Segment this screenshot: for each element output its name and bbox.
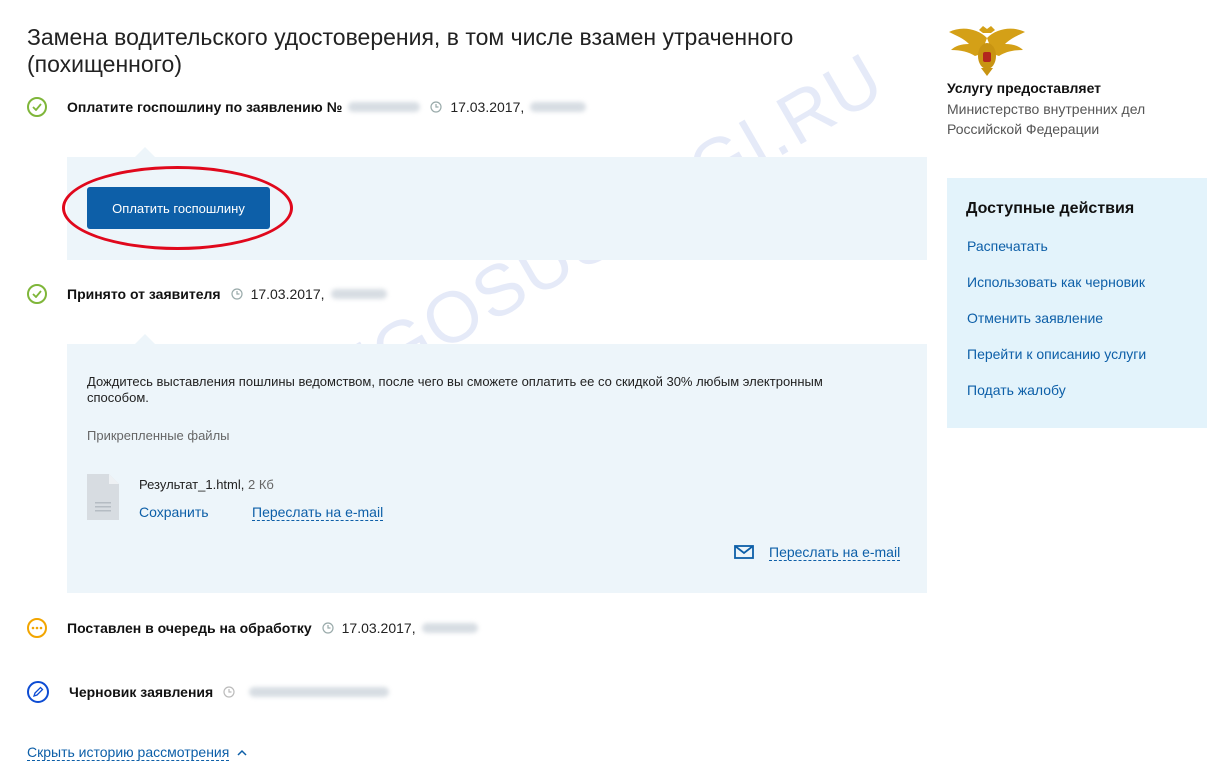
action-file-complaint[interactable]: Подать жалобу xyxy=(967,382,1066,398)
step-accepted: Принято от заявителя 17.03.2017, xyxy=(27,282,387,306)
clock-icon xyxy=(230,288,243,300)
clock-icon xyxy=(322,622,334,634)
check-circle-icon xyxy=(27,284,47,304)
step-label: Принято от заявителя xyxy=(67,286,221,302)
forward-file-email-link[interactable]: Переслать на e-mail xyxy=(252,504,384,521)
accepted-panel: Дождитесь выставления пошлины ведомством… xyxy=(67,334,927,593)
step-pay-fee: Оплатите госпошлину по заявлению № 17.03… xyxy=(27,95,587,119)
provider-name: Министерство внутренних дел Российской Ф… xyxy=(947,101,1146,137)
step-date: 17.03.2017, xyxy=(250,286,325,302)
step-time-redacted xyxy=(530,102,587,112)
double-headed-eagle-emblem xyxy=(947,24,1027,81)
step-label: Оплатите госпошлину по заявлению xyxy=(67,99,323,115)
available-actions-title: Доступные действия xyxy=(966,200,1135,217)
file-name-row: Результат_1.html, 2 Кб xyxy=(139,477,274,492)
step-time-redacted xyxy=(421,623,478,633)
hide-history-label: Скрыть историю рассмотрения xyxy=(27,744,230,761)
provider-label: Услугу предоставляет xyxy=(947,80,1102,96)
step-datetime-redacted xyxy=(249,687,390,697)
step-date: 17.03.2017, xyxy=(341,620,416,636)
action-use-as-draft[interactable]: Использовать как черновик xyxy=(967,274,1145,290)
step-date: 17.03.2017, xyxy=(450,99,525,115)
pay-fee-panel: Оплатить госпошлину xyxy=(62,147,927,260)
file-name: Результат_1.html, xyxy=(139,477,245,492)
panel-arrow xyxy=(135,147,155,157)
step-time-redacted xyxy=(330,289,387,299)
action-cancel-application[interactable]: Отменить заявление xyxy=(967,310,1103,326)
check-circle-icon xyxy=(27,97,47,117)
step-label: Поставлен в очередь на обработку xyxy=(67,620,312,636)
document-icon xyxy=(87,474,119,525)
panel-arrow xyxy=(135,334,155,344)
clock-icon xyxy=(430,101,442,113)
pay-fee-button[interactable]: Оплатить госпошлину xyxy=(87,187,270,229)
attached-files-heading: Прикрепленные файлы xyxy=(87,428,230,443)
clock-icon xyxy=(223,686,235,698)
accepted-message: Дождитесь выставления пошлины ведомством… xyxy=(87,374,823,405)
envelope-icon xyxy=(734,545,754,564)
forward-all-email-link[interactable]: Переслать на e-mail xyxy=(769,544,901,561)
application-number-prefix: № xyxy=(326,99,343,115)
page-title: Замена водительского удостоверения, в то… xyxy=(27,24,794,77)
action-service-description[interactable]: Перейти к описанию услуги xyxy=(967,346,1146,362)
step-label: Черновик заявления xyxy=(69,684,214,700)
available-actions-panel: Доступные действия Распечатать Использов… xyxy=(947,178,1207,428)
file-size: 2 Кб xyxy=(248,477,274,492)
step-draft: Черновик заявления xyxy=(27,680,390,704)
step-queued: Поставлен в очередь на обработку 17.03.2… xyxy=(27,616,478,640)
dots-circle-icon xyxy=(27,618,47,638)
hide-history-toggle[interactable]: Скрыть историю рассмотрения xyxy=(27,744,247,761)
action-print[interactable]: Распечатать xyxy=(967,238,1048,254)
application-number-redacted xyxy=(348,102,421,112)
pencil-circle-icon xyxy=(27,681,49,703)
chevron-up-icon xyxy=(237,749,247,756)
save-file-link[interactable]: Сохранить xyxy=(139,504,209,520)
